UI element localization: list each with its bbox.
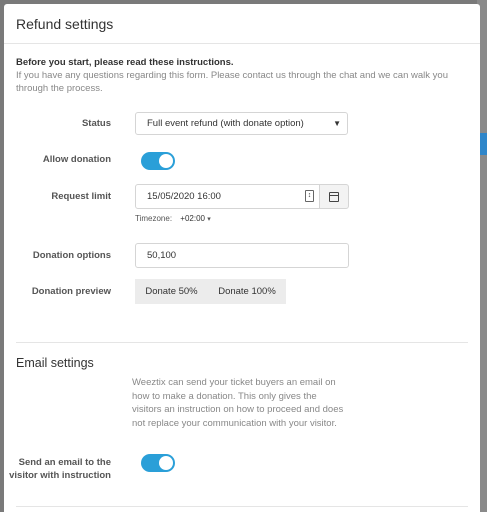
toggle-knob <box>159 154 173 168</box>
calendar-button[interactable] <box>319 184 349 209</box>
donation-options-value: 50,100 <box>147 250 177 261</box>
status-select[interactable]: Full event refund (with donate option) ▼ <box>135 112 348 135</box>
timezone-label: Timezone: <box>135 214 173 223</box>
request-limit-label: Request limit <box>51 191 111 202</box>
send-email-toggle[interactable] <box>141 454 175 472</box>
donation-preview-label: Donation preview <box>31 286 111 297</box>
donate-100-button[interactable]: Donate 100% <box>208 279 286 304</box>
allow-donation-label: Allow donation <box>42 154 111 165</box>
modal-title: Refund settings <box>16 15 114 32</box>
timezone-value: +02:00 <box>180 214 205 223</box>
intro-lead-text: Before you start, please read <box>16 57 150 68</box>
email-settings-title: Email settings <box>16 356 94 370</box>
send-email-label: Send an email to the visitor with instru… <box>9 457 111 481</box>
calendar-icon <box>329 191 339 202</box>
toggle-knob <box>159 456 173 470</box>
allow-donation-toggle[interactable] <box>141 152 175 170</box>
request-limit-value: 15/05/2020 16:00 <box>147 191 221 202</box>
chevron-down-icon: ▼ <box>333 119 341 128</box>
status-select-value: Full event refund (with donate option) <box>147 118 304 129</box>
refund-settings-modal: Refund settings Before you start, please… <box>4 4 480 512</box>
timezone-select[interactable]: Timezone: +02:00 ▾ <box>135 214 211 223</box>
section-divider <box>16 506 468 507</box>
status-label: Status <box>81 118 111 129</box>
donation-options-label: Donation options <box>32 250 111 261</box>
donate-50-button[interactable]: Donate 50% <box>135 279 208 304</box>
instructions-link[interactable]: these instructions <box>149 57 231 68</box>
intro-lead: Before you start, please read these inst… <box>16 57 234 68</box>
donation-options-input[interactable]: 50,100 <box>135 243 349 268</box>
intro-text: Before you start, please read these inst… <box>4 44 480 95</box>
datetime-picker-icon[interactable]: ↕ <box>305 190 314 202</box>
chevron-down-icon: ▾ <box>207 216 211 223</box>
modal-header: Refund settings <box>4 4 480 44</box>
email-description: Weeztix can send your ticket buyers an e… <box>132 377 344 429</box>
request-limit-input[interactable]: 15/05/2020 16:00 ↕ <box>135 184 320 209</box>
intro-sub: If you have any questions regarding this… <box>16 70 448 94</box>
section-divider <box>16 342 468 343</box>
